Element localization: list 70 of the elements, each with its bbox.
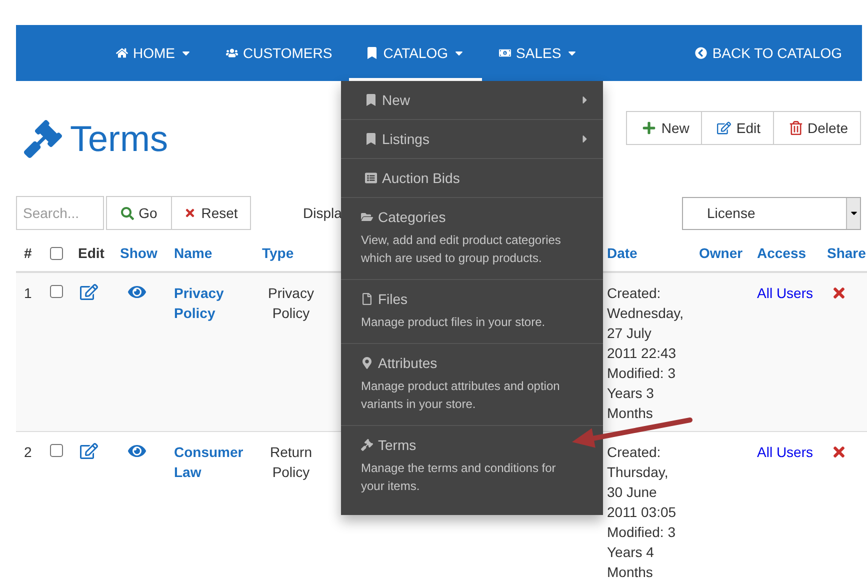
date-cell-text: Created: Wednesday, 27 July 2011 22:43 Modified: 3 Years 3 Months: [606, 284, 685, 423]
action-button[interactable]: Edit: [701, 110, 774, 144]
menu-item[interactable]: Files Manage product files in your store.: [341, 280, 603, 344]
action-button[interactable]: New: [626, 110, 702, 144]
bookmark-icon: [365, 133, 377, 145]
menu-label: Files: [378, 291, 408, 307]
list-icon: [365, 172, 377, 184]
menu-description: View, add and edit product categories which are used to group products.: [361, 232, 562, 267]
menu-item[interactable]: Terms Manage the terms and conditions for your items.: [341, 426, 603, 507]
back-icon: [695, 47, 708, 59]
nav-item[interactable]: HOME: [99, 25, 209, 81]
menu-item[interactable]: New: [341, 81, 603, 120]
type-cell-text: Return Policy: [268, 443, 314, 482]
type-cell-text: Privacy Policy: [267, 284, 315, 323]
users-icon: [226, 47, 238, 59]
column-header[interactable]: Show: [112, 244, 166, 260]
close-icon: [184, 207, 196, 219]
bookmark-icon: [366, 47, 378, 59]
row-number: 1: [23, 284, 33, 303]
column-header[interactable]: Name: [166, 244, 254, 260]
back-link[interactable]: BACK TO CATALOG: [695, 25, 842, 81]
access-link[interactable]: All Users: [749, 283, 819, 303]
column-header: Edit: [77, 244, 106, 260]
edit-icon: [717, 120, 732, 134]
folder-icon: [361, 211, 373, 223]
page-title: Terms: [70, 118, 168, 160]
menu-label: Attributes: [378, 355, 438, 371]
menu-item[interactable]: Categories View, add and edit product categories which are used to group products.: [341, 198, 603, 280]
column-header: #: [23, 244, 33, 260]
menu-item[interactable]: Listings: [341, 120, 603, 159]
menu-label: Listings: [382, 131, 430, 147]
banknote-icon: [499, 47, 512, 59]
menu-item[interactable]: Auction Bids: [341, 159, 603, 198]
menu-label: Auction Bids: [382, 170, 460, 186]
menu-description: Manage product files in your store.: [361, 314, 546, 331]
gavel-icon: [361, 439, 373, 451]
menu-label: New: [382, 92, 410, 108]
name-link[interactable]: Consumer Law: [166, 442, 254, 482]
trash-icon: [788, 120, 803, 134]
search-icon: [120, 206, 134, 220]
column-header[interactable]: Type: [254, 244, 328, 260]
gavel-icon: [24, 120, 62, 158]
menu-description: Manage product attributes and option variants in your store.: [361, 378, 561, 413]
reset-button[interactable]: Reset: [171, 196, 251, 230]
file-icon: [361, 293, 373, 305]
caret-icon: [846, 198, 860, 228]
filter-select[interactable]: License: [682, 196, 861, 230]
column-header[interactable]: Access: [749, 244, 819, 260]
map-pin-icon: [361, 357, 373, 369]
row-number: 2: [23, 443, 33, 462]
name-link[interactable]: Privacy Policy: [166, 283, 254, 323]
nav-item[interactable]: CUSTOMERS: [209, 25, 350, 81]
menu-description: Manage the terms and conditions for your items.: [361, 460, 557, 495]
go-button[interactable]: Go: [106, 196, 172, 230]
select-all-checkbox[interactable]: [50, 247, 63, 260]
nav-item[interactable]: SALES: [482, 25, 596, 81]
display-label: Displa: [303, 205, 342, 221]
menu-label: Terms: [378, 437, 416, 453]
menu-label: Categories: [378, 209, 446, 225]
bookmark-icon: [365, 94, 377, 106]
action-button[interactable]: Delete: [772, 110, 861, 144]
plus-icon: [642, 120, 656, 134]
home-icon: [116, 47, 128, 59]
column-header[interactable]: Owner: [691, 244, 749, 260]
date-cell-text: Created: Thursday, 30 June 2011 03:05 Modified: 3 Years 4 Months: [606, 443, 678, 582]
row-checkbox[interactable]: [50, 444, 63, 457]
menu-item[interactable]: Attributes Manage product attributes and option variants in your store.: [341, 344, 603, 426]
search-field[interactable]: Search...: [16, 196, 104, 230]
row-checkbox[interactable]: [50, 285, 63, 298]
access-link[interactable]: All Users: [749, 442, 819, 462]
